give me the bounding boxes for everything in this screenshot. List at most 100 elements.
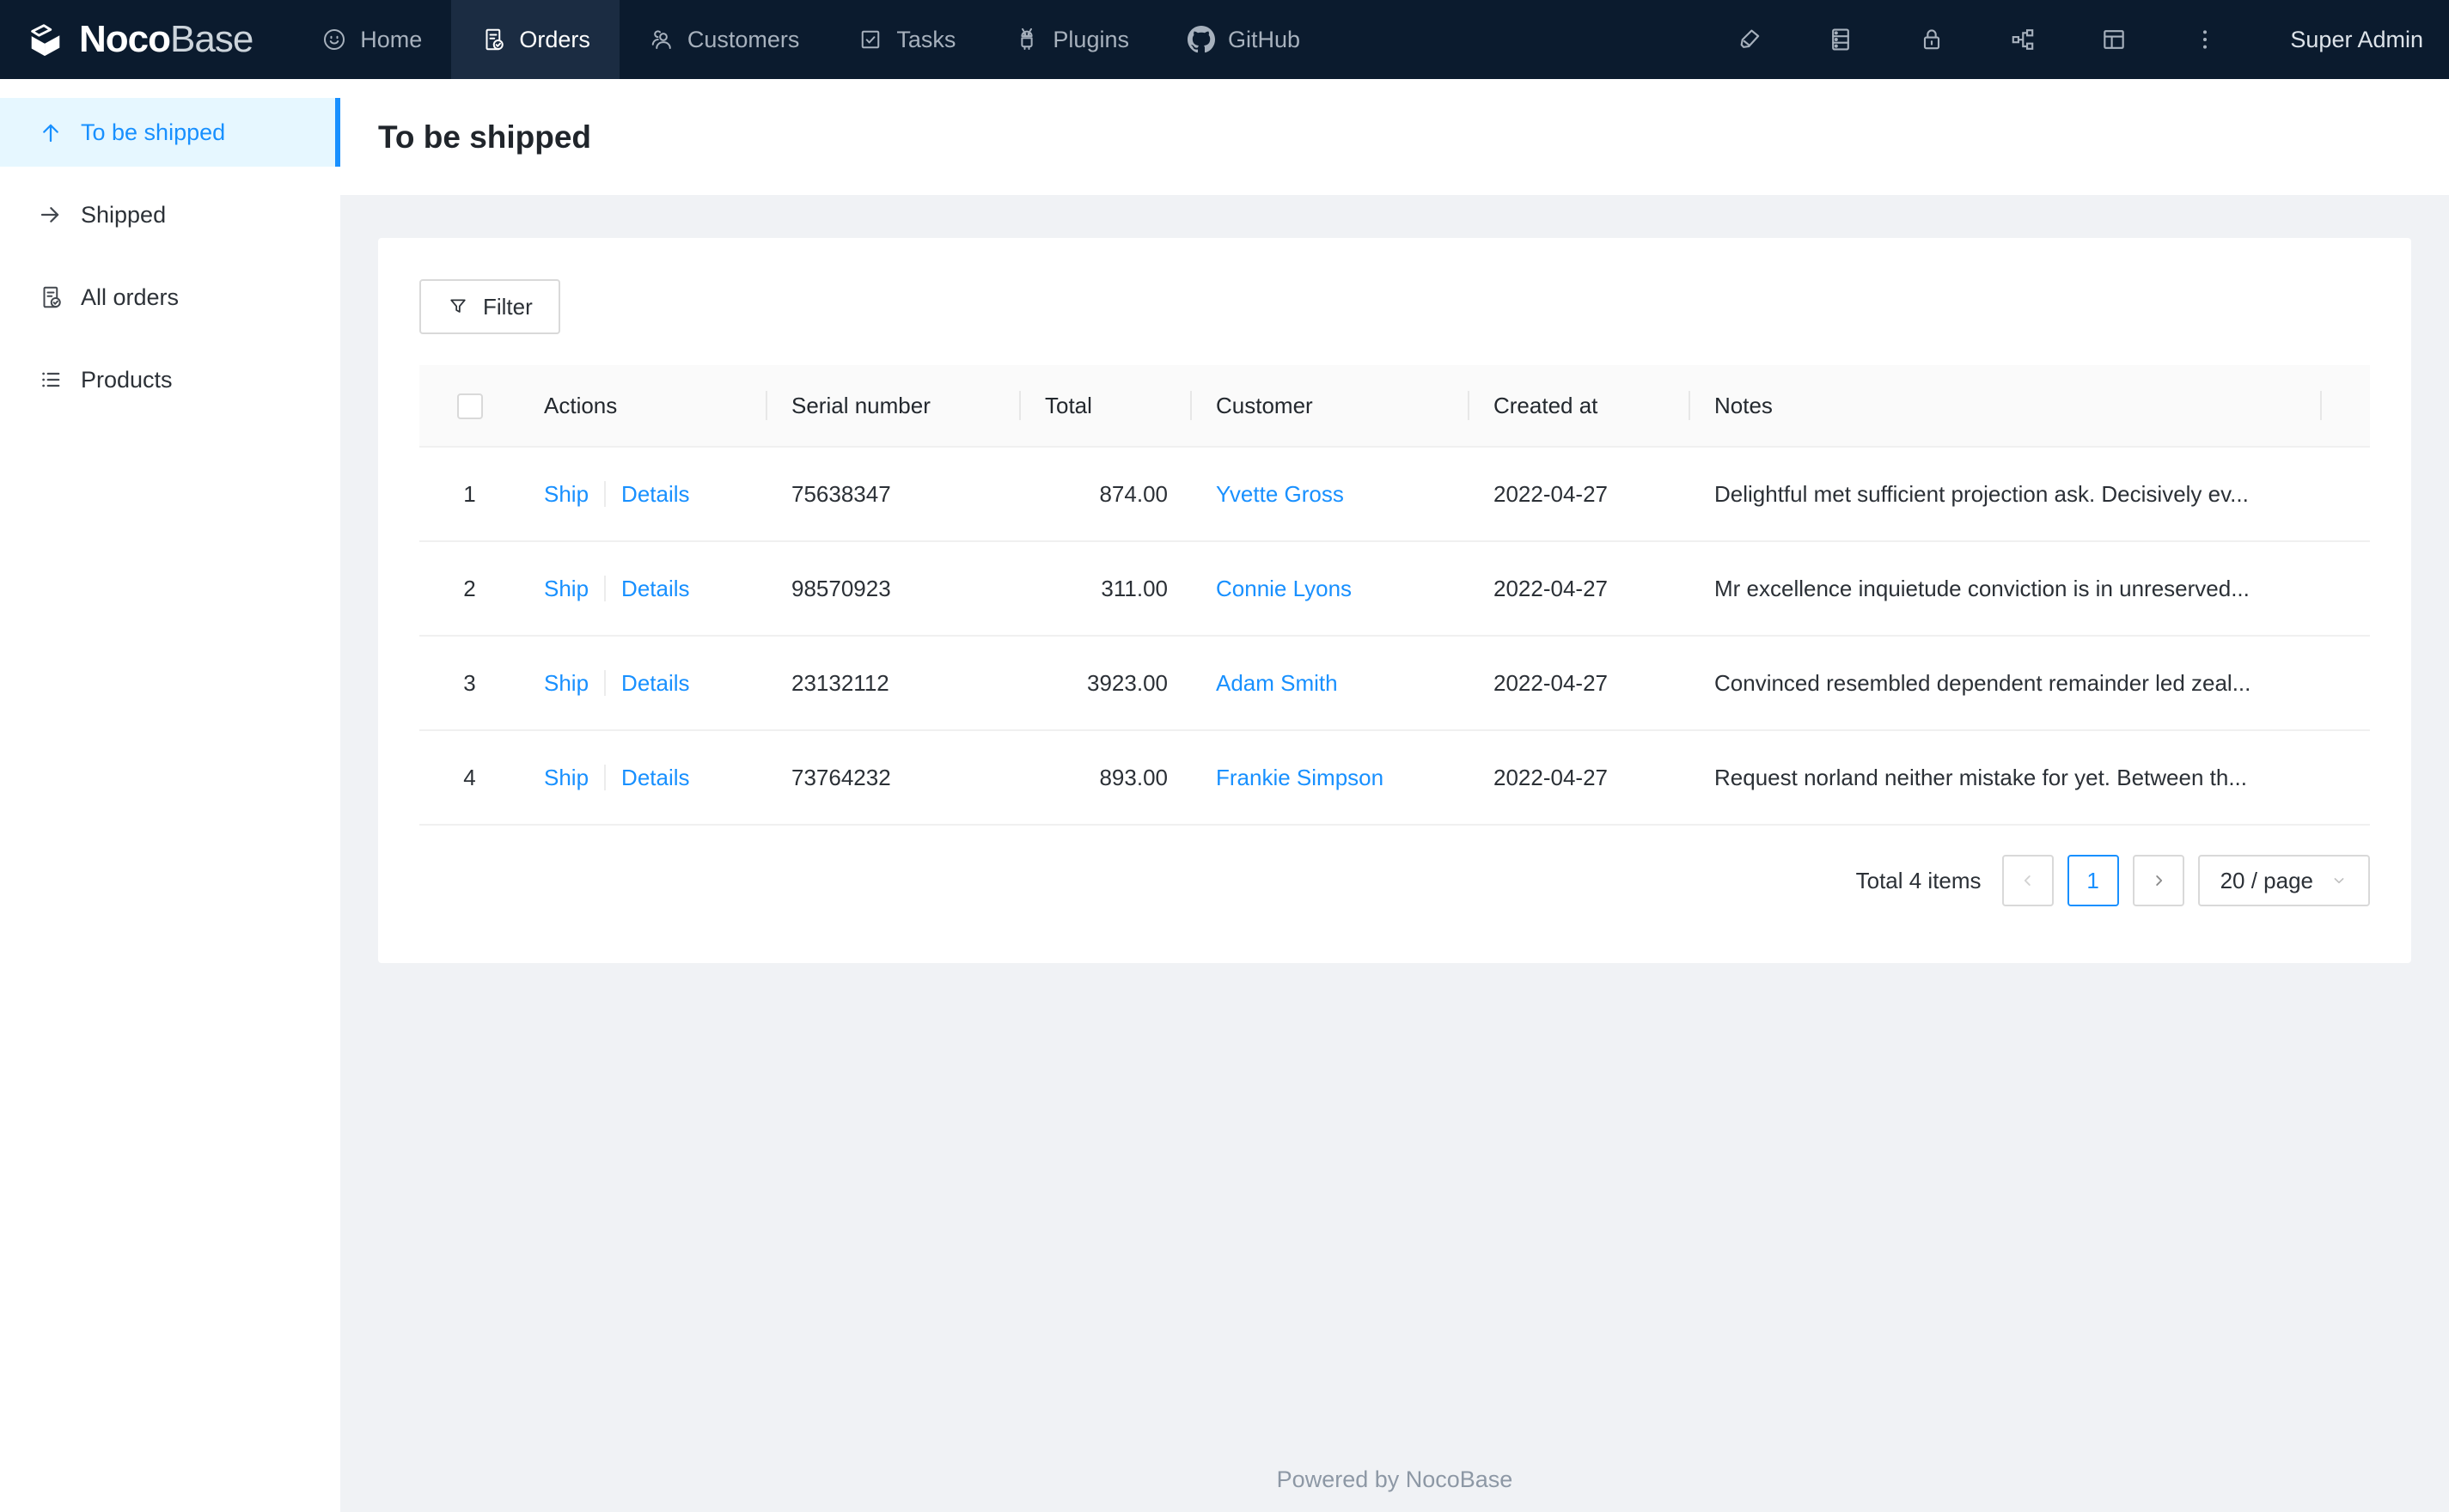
customer-link[interactable]: Frankie Simpson (1216, 765, 1383, 790)
serial-number-cell: 73764232 (767, 730, 1021, 826)
current-user-menu[interactable]: Super Admin (2290, 27, 2423, 53)
github-icon (1187, 26, 1215, 53)
table-row: 4 Ship Details 73764232 893.00 Frankie Si… (419, 730, 2370, 826)
nav-item-label: Tasks (896, 26, 956, 52)
top-navbar: NocoBase Home Orders Customers Tasks Plu… (0, 0, 2449, 79)
details-link[interactable]: Details (621, 576, 689, 601)
team-icon (651, 30, 671, 49)
column-header-notes: Notes (1690, 365, 2322, 448)
pagination-next-button[interactable] (2132, 855, 2184, 906)
action-divider (604, 669, 607, 696)
created-at-cell: 2022-04-27 (1469, 636, 1690, 731)
customer-cell: Frankie Simpson (1192, 730, 1469, 826)
column-header-created-at: Created at (1469, 365, 1690, 448)
funnel-icon (450, 299, 466, 313)
pagination-page-1[interactable]: 1 (2067, 855, 2119, 906)
actions-cell: Ship Details (520, 636, 767, 731)
cluster-icon (2012, 29, 2034, 50)
notes-cell: Request norland neither mistake for yet.… (1690, 730, 2322, 826)
created-at-cell: 2022-04-27 (1469, 447, 1690, 542)
actions-cell: Ship Details (520, 730, 767, 826)
action-divider (604, 480, 607, 507)
details-link[interactable]: Details (621, 670, 689, 696)
nav-item-home[interactable]: Home (292, 0, 451, 79)
lock-icon (1924, 29, 1940, 50)
sidebar-item-label: Products (81, 366, 173, 393)
details-link[interactable]: Details (621, 765, 689, 790)
logo-text: NocoBase (79, 18, 253, 61)
sidebar-item-all-orders[interactable]: All orders (0, 263, 340, 332)
arrow-right-icon (40, 207, 59, 223)
permissions-button[interactable] (1886, 26, 1977, 53)
chevron-right-icon (2155, 875, 2162, 886)
total-cell: 874.00 (1021, 447, 1192, 542)
page-size-select[interactable]: 20 / page (2197, 855, 2370, 906)
unordered-list-icon (42, 372, 60, 387)
chevron-down-icon (2334, 878, 2344, 884)
customer-link[interactable]: Yvette Gross (1216, 481, 1344, 507)
nav-item-label: Customers (687, 26, 800, 52)
serial-number-cell: 98570923 (767, 541, 1021, 637)
android-icon (1021, 27, 1034, 50)
spacer-cell (2322, 541, 2370, 637)
notes-cell: Mr excellence inquietude conviction is i… (1690, 541, 2322, 637)
total-cell: 311.00 (1021, 541, 1192, 637)
collections-button[interactable] (1795, 26, 1886, 53)
work-area: Filter Actions Serial number Total Custo… (340, 195, 2449, 1512)
sidebar-item-to-be-shipped[interactable]: To be shipped (0, 98, 340, 167)
ship-link[interactable]: Ship (544, 481, 589, 507)
customer-link[interactable]: Connie Lyons (1216, 576, 1352, 601)
sidebar-item-label: Shipped (81, 201, 167, 228)
action-divider (604, 764, 607, 790)
details-link[interactable]: Details (621, 481, 689, 507)
nav-item-customers[interactable]: Customers (620, 0, 829, 79)
ui-editor-button[interactable] (1704, 26, 1795, 53)
customer-cell: Connie Lyons (1192, 541, 1469, 637)
app-body: To be shipped Shipped All orders Product… (0, 79, 2449, 1512)
workflows-button[interactable] (1977, 26, 2068, 53)
spacer-cell (2322, 447, 2370, 542)
select-all-checkbox[interactable] (456, 393, 483, 420)
row-index: 4 (419, 730, 520, 826)
spacer-cell (2322, 730, 2370, 826)
total-cell: 893.00 (1021, 730, 1192, 826)
nav-item-orders[interactable]: Orders (451, 0, 620, 79)
column-header-actions: Actions (520, 365, 767, 448)
page-title: To be shipped (378, 119, 592, 155)
app-screen: NocoBase Home Orders Customers Tasks Plu… (0, 0, 2449, 1512)
layout-button[interactable] (2068, 26, 2159, 53)
nav-item-label: Home (360, 26, 423, 52)
more-menu-button[interactable] (2159, 26, 2251, 53)
navbar-tools: Super Admin (1704, 0, 2449, 79)
powered-by-footer: Powered by NocoBase (1276, 1466, 1513, 1492)
sidebar-item-products[interactable]: Products (0, 345, 340, 414)
filter-button[interactable]: Filter (419, 279, 560, 334)
customer-link[interactable]: Adam Smith (1216, 670, 1338, 696)
main-content: To be shipped Filter Actions Serial numb… (340, 79, 2449, 1512)
table-row: 2 Ship Details 98570923 311.00 Connie Lyo… (419, 541, 2370, 637)
created-at-cell: 2022-04-27 (1469, 730, 1690, 826)
actions-cell: Ship Details (520, 541, 767, 637)
nocobase-logo[interactable]: NocoBase (0, 0, 292, 79)
nav-item-tasks[interactable]: Tasks (828, 0, 985, 79)
pagination-prev-button[interactable] (2001, 855, 2054, 906)
nav-item-github[interactable]: GitHub (1158, 0, 1329, 79)
nav-item-label: Orders (519, 26, 590, 52)
ship-link[interactable]: Ship (544, 765, 589, 790)
layout-icon (2104, 30, 2125, 49)
ship-link[interactable]: Ship (544, 576, 589, 601)
logo-text-light: Base (170, 18, 253, 60)
nav-item-plugins[interactable]: Plugins (985, 0, 1158, 79)
highlighter-icon (1741, 29, 1760, 48)
column-header-total: Total (1021, 365, 1192, 448)
filter-button-label: Filter (483, 293, 533, 320)
file-done-icon (43, 286, 61, 308)
page-size-value: 20 / page (2220, 867, 2313, 893)
nav-item-label: GitHub (1227, 26, 1301, 52)
sidebar-item-shipped[interactable]: Shipped (0, 180, 340, 249)
table-header-row: Actions Serial number Total Customer Cre… (419, 365, 2370, 448)
action-divider (604, 575, 607, 601)
ship-link[interactable]: Ship (544, 670, 589, 696)
database-icon (1832, 28, 1850, 51)
serial-number-cell: 75638347 (767, 447, 1021, 542)
